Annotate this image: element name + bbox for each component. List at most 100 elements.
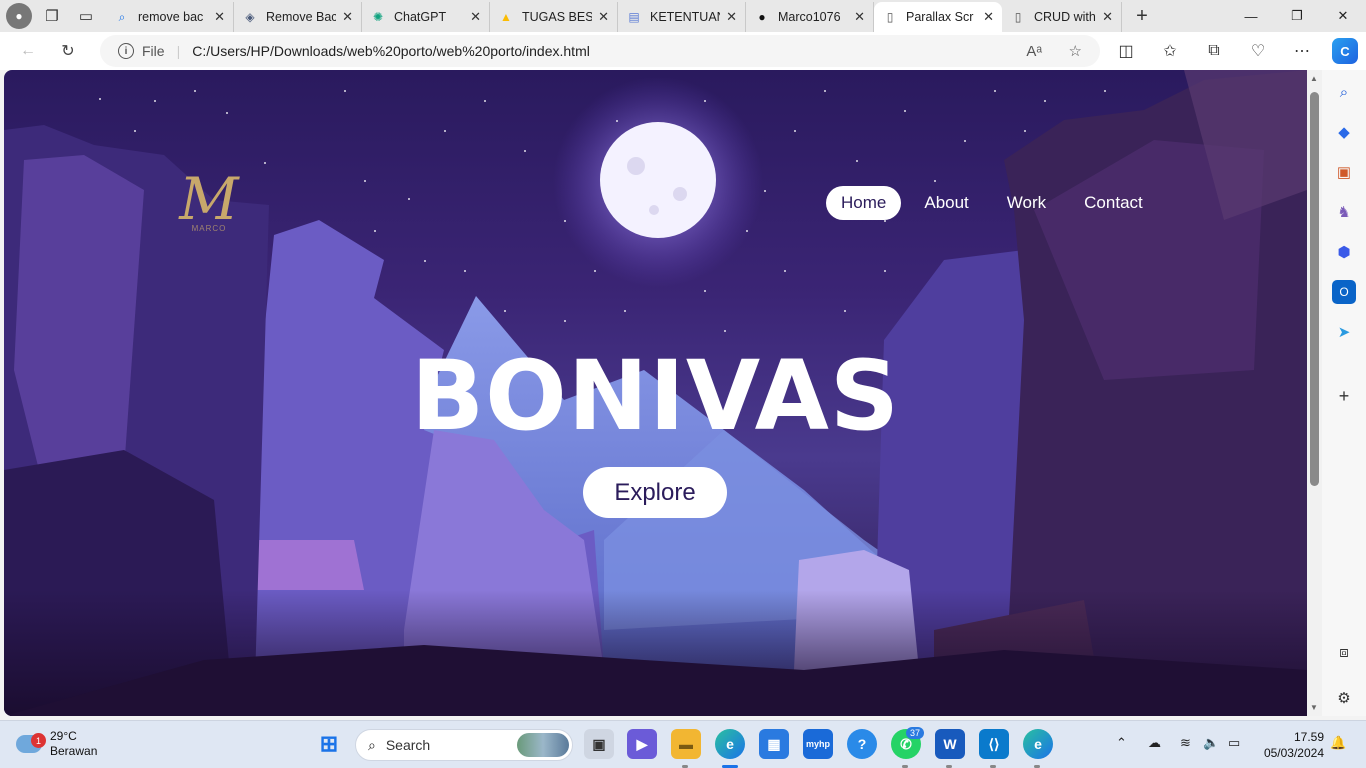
star [344, 90, 346, 92]
file-explorer-icon[interactable]: ▬ [671, 729, 701, 759]
collections-icon[interactable]: ⧉ [1192, 35, 1236, 67]
search-placeholder: Search [385, 737, 431, 753]
favorite-star-icon[interactable]: ☆ [1069, 42, 1082, 60]
more-menu-icon[interactable]: ⋯ [1280, 35, 1324, 67]
sidebar-outlook-icon[interactable]: O [1332, 280, 1356, 304]
nav-contact[interactable]: Contact [1069, 186, 1158, 220]
teams-icon[interactable]: ▶ [627, 729, 657, 759]
tab-title: KETENTUAN [650, 10, 721, 24]
volume-icon[interactable]: 🔈 [1203, 735, 1219, 751]
sidebar-add-icon[interactable]: + [1332, 384, 1356, 408]
new-tab-icon[interactable]: + [1128, 2, 1156, 30]
refresh-icon[interactable]: ↻ [52, 35, 84, 67]
clock-time: 17.59 [1293, 730, 1324, 744]
page-icon: ▯ [886, 10, 894, 24]
close-tab-icon[interactable]: ✕ [342, 9, 353, 25]
sidebar-tools-icon[interactable]: ▣ [1332, 160, 1356, 184]
star [824, 90, 826, 92]
explore-button[interactable]: Explore [583, 467, 727, 518]
nav-about[interactable]: About [909, 186, 983, 220]
word-icon[interactable]: W [935, 729, 965, 759]
vertical-scrollbar[interactable]: ▲ ▼ [1307, 70, 1322, 716]
address-separator: | [176, 43, 181, 59]
sidebar-settings-icon[interactable]: ⚙ [1332, 686, 1356, 710]
notification-bell-icon[interactable]: 🔔 [1330, 735, 1346, 751]
close-tab-icon[interactable]: ✕ [983, 9, 994, 25]
vscode-icon[interactable]: ⟨⟩ [979, 729, 1009, 759]
battery-icon[interactable]: ▭ [1228, 735, 1240, 751]
sidebar-search-icon[interactable]: ⌕ [1332, 80, 1356, 104]
tab-actions-icon[interactable]: ▭ [72, 2, 100, 30]
close-tab-icon[interactable]: ✕ [726, 9, 737, 25]
close-window-icon[interactable]: ✕ [1320, 0, 1366, 32]
page-viewport: M MARCO Home About Work Contact BONIVAS … [4, 70, 1307, 716]
onedrive-icon[interactable]: ☁ [1148, 735, 1161, 751]
store-icon[interactable]: ▦ [759, 729, 789, 759]
nav-home[interactable]: Home [826, 186, 902, 220]
browser-tab[interactable]: ◈ Remove Bac ✕ [234, 2, 362, 32]
close-tab-icon[interactable]: ✕ [470, 9, 481, 25]
logo-name: MARCO [191, 224, 227, 233]
close-tab-icon[interactable]: ✕ [854, 9, 865, 25]
sidebar-telegram-icon[interactable]: ➤ [1332, 320, 1356, 344]
minimize-icon[interactable]: — [1228, 0, 1274, 32]
sidebar-screenshot-icon[interactable]: ⧈ [1332, 640, 1356, 664]
back-icon[interactable]: ← [12, 35, 44, 67]
star [784, 270, 786, 272]
browser-tab[interactable]: ● Marco1076 ✕ [746, 2, 874, 32]
show-hidden-icons[interactable]: ⌃ [1116, 735, 1127, 751]
read-aloud-icon[interactable]: Aᵃ [1026, 43, 1042, 60]
site-info-icon[interactable]: i [118, 43, 134, 59]
split-screen-icon[interactable]: ◫ [1104, 35, 1148, 67]
browser-tab[interactable]: ▯ Parallax Scr ✕ [874, 2, 1002, 32]
sidebar-copilot-icon[interactable]: ⬢ [1332, 240, 1356, 264]
task-view-icon[interactable]: ▣ [584, 729, 614, 759]
close-tab-icon[interactable]: ✕ [598, 9, 609, 25]
star [844, 310, 846, 312]
copilot-icon[interactable]: C [1332, 38, 1358, 64]
scroll-thumb[interactable] [1310, 92, 1319, 486]
system-clock[interactable]: 17.59 05/03/2024 [1264, 729, 1324, 761]
wifi-icon[interactable]: ≋ [1180, 735, 1191, 751]
help-icon[interactable]: ? [847, 729, 877, 759]
nav-work[interactable]: Work [992, 186, 1061, 220]
browser-essentials-icon[interactable]: ♡ [1236, 35, 1280, 67]
hero-title: BONIVAS [410, 340, 901, 452]
sidebar-games-icon[interactable]: ♞ [1332, 200, 1356, 224]
profile-icon[interactable]: ● [6, 3, 32, 29]
close-tab-icon[interactable]: ✕ [214, 9, 225, 25]
myhp-icon[interactable]: myhp [803, 729, 833, 759]
browser-tab[interactable]: ▯ CRUD with ✕ [1002, 2, 1122, 32]
scroll-up-icon[interactable]: ▲ [1310, 74, 1318, 83]
tab-title: CRUD with [1034, 10, 1096, 24]
star [964, 140, 966, 142]
star [594, 270, 596, 272]
edge-icon[interactable]: e [715, 729, 745, 759]
star [408, 198, 410, 200]
taskbar-search[interactable]: ⌕ Search [355, 729, 573, 761]
sidebar-shopping-icon[interactable]: ◆ [1332, 120, 1356, 144]
start-icon[interactable]: ⊞ [314, 729, 344, 759]
weather-widget[interactable]: 1 29°C Berawan [16, 729, 97, 759]
restore-icon[interactable]: ❐ [1274, 0, 1320, 32]
favorites-icon[interactable]: ✩ [1148, 35, 1192, 67]
weather-condition: Berawan [50, 744, 98, 758]
taskbar: 1 29°C Berawan ⊞ ⌕ Search ▣ ▶ ▬ e ▦ myhp… [0, 720, 1366, 768]
window-controls: — ❐ ✕ [1228, 0, 1366, 32]
moon [600, 122, 716, 238]
site-logo[interactable]: M MARCO [174, 170, 244, 233]
close-tab-icon[interactable]: ✕ [1102, 9, 1113, 25]
star [194, 90, 196, 92]
browser-tab[interactable]: ⌕ remove bac ✕ [106, 2, 234, 32]
workspaces-icon[interactable]: ❐ [38, 2, 66, 30]
star [444, 130, 446, 132]
browser-tab[interactable]: ▲ TUGAS BES ✕ [490, 2, 618, 32]
browser-tab[interactable]: ✺ ChatGPT ✕ [362, 2, 490, 32]
star [524, 150, 526, 152]
address-field[interactable]: i File | C:/Users/HP/Downloads/web%20por… [100, 35, 1100, 67]
star [616, 120, 618, 122]
star [884, 220, 886, 222]
browser-tab[interactable]: ▤ KETENTUAN ✕ [618, 2, 746, 32]
scroll-down-icon[interactable]: ▼ [1310, 703, 1318, 712]
edge-dev-icon[interactable]: e [1023, 729, 1053, 759]
